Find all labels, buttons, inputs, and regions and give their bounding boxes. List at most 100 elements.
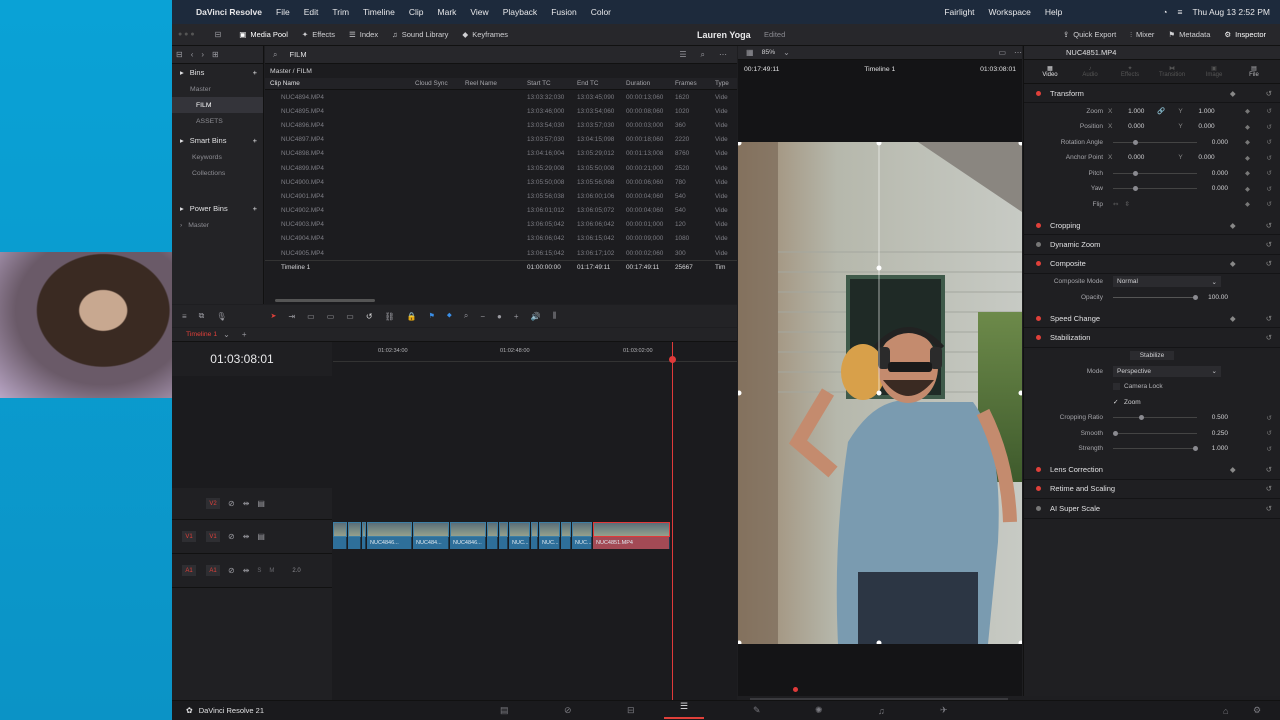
keyframe-icon[interactable]: ◆ [1230, 259, 1236, 268]
audio-meter-icon[interactable]: ⫼ [552, 311, 556, 321]
source-patch-v1[interactable]: V1 [182, 531, 196, 542]
composite-section[interactable]: Composite ◆ ↺ [1024, 255, 1280, 275]
viewer-timeline-name[interactable]: Timeline 1 [779, 66, 980, 73]
speed-change-section[interactable]: Speed Change ◆ ↺ [1024, 309, 1280, 329]
timeline-clip[interactable]: NUC484... [413, 522, 449, 550]
audio-icon[interactable]: 🔊 [531, 312, 541, 321]
home-icon[interactable]: ⌂ [1223, 706, 1228, 716]
tab-file[interactable]: ▤ File [1234, 65, 1274, 78]
reset-icon[interactable]: ↺ [1266, 504, 1272, 513]
tab-video[interactable]: ▦ Video [1030, 65, 1070, 78]
bin-film[interactable]: FILM [172, 97, 263, 113]
view-options-icon[interactable]: ☰ [679, 50, 686, 59]
link-icon[interactable]: 🔗 [1144, 107, 1178, 115]
keyframe-icon[interactable]: ◆ [1230, 465, 1236, 474]
clip-item[interactable]: NUC4903.MP4 13:06:05;042 13:06:06;042 00:00… [265, 218, 737, 232]
ai-super-scale-section[interactable]: AI Super Scale ↺ [1024, 499, 1280, 519]
bins-expand-icon[interactable]: ▸ [180, 68, 184, 77]
timeline-clip[interactable] [348, 522, 361, 550]
param-slider[interactable] [1113, 170, 1197, 176]
reset-icon[interactable]: ↺ [1266, 240, 1272, 249]
menu-workspace[interactable]: Workspace [989, 7, 1031, 17]
reset-icon[interactable]: ↺ [1267, 107, 1272, 115]
media-pool-button[interactable]: ▣ Media Pool [239, 30, 288, 39]
flag-icon[interactable]: ⚑ [429, 312, 435, 320]
reset-icon[interactable]: ↺ [1266, 333, 1272, 342]
solo-button[interactable]: S [257, 568, 261, 574]
reset-icon[interactable]: ↺ [1267, 185, 1272, 193]
keyframe-icon[interactable]: ◆ [1230, 314, 1236, 323]
track-label-a1[interactable]: A1 [206, 565, 220, 576]
bin-assets[interactable]: ASSETS [172, 113, 263, 129]
keyframe-icon[interactable]: ◆ [1245, 169, 1250, 177]
keyframe-icon[interactable]: ◆ [1245, 154, 1250, 162]
enable-indicator-icon[interactable] [1036, 315, 1041, 321]
index-button[interactable]: ☰ Index [349, 30, 378, 39]
track-lock-icon[interactable]: ⊘ [228, 566, 235, 575]
timeline-clip[interactable] [561, 522, 571, 550]
x-value[interactable]: 0.000 [1112, 123, 1144, 130]
menubar-clock[interactable]: Thu Aug 13 2:52 PM [1193, 7, 1271, 17]
clip-item[interactable]: NUC4895.MP4 13:03:46;000 13:03:54;060 00:00… [265, 104, 737, 118]
col-frames[interactable]: Frames [675, 80, 715, 87]
reset-icon[interactable]: ↺ [1267, 138, 1272, 146]
dynamic-zoom-section[interactable]: Dynamic Zoom ↺ [1024, 235, 1280, 255]
menu-fusion[interactable]: Fusion [551, 7, 577, 17]
link-icon[interactable]: ⧉ [199, 311, 205, 321]
add-smart-bin-icon[interactable]: + [253, 136, 257, 145]
inspector-button[interactable]: ⚙ Inspector [1224, 30, 1266, 39]
transform-section[interactable]: Transform ◆ ↺ [1024, 84, 1280, 104]
menu-fairlight[interactable]: Fairlight [944, 7, 974, 17]
sync-page-icon[interactable]: ⊟ [627, 705, 635, 716]
viewer-options-icon[interactable]: ⋯ [1014, 48, 1022, 57]
media-pool-scrollbar[interactable] [275, 299, 375, 302]
clip-item[interactable]: NUC4894.MP4 13:03:32;030 13:03:45;090 00:00… [265, 90, 737, 104]
clip-item[interactable]: NUC4901.MP4 13:05:56;038 13:06:00;106 00:00… [265, 189, 737, 203]
timeline-clip[interactable] [499, 522, 508, 550]
menu-playback[interactable]: Playback [503, 7, 538, 17]
source-patch-a1[interactable]: A1 [182, 565, 196, 576]
insert-clip-icon[interactable]: ▭ [307, 312, 315, 321]
keyframe-icon[interactable]: ◆ [1245, 123, 1250, 131]
overwrite-clip-icon[interactable]: ▭ [327, 312, 335, 321]
param-value[interactable]: 1.000 [1203, 445, 1228, 452]
power-bin-master[interactable]: › Master [172, 217, 263, 233]
smart-bin-keywords[interactable]: Keywords [172, 149, 263, 165]
enable-indicator-icon[interactable] [1036, 467, 1041, 473]
playhead-handle[interactable] [669, 356, 676, 363]
snapping-icon[interactable]: ↺ [366, 312, 373, 321]
viewer-scrubber-head[interactable] [793, 687, 798, 692]
reset-icon[interactable]: ↺ [1266, 221, 1272, 230]
marker-icon[interactable]: ⬥ [447, 312, 452, 320]
quick-export-button[interactable]: ⇪ Quick Export [1063, 30, 1116, 39]
menu-color[interactable]: Color [591, 7, 611, 17]
viewer-mode-icon[interactable]: ▭ [998, 48, 1006, 57]
retime-section[interactable]: Retime and Scaling ↺ [1024, 480, 1280, 500]
viewer-layout-icon[interactable]: ▦ [746, 48, 754, 57]
track-label-v2[interactable]: V2 [206, 498, 220, 509]
keyframe-icon[interactable]: ◆ [1245, 185, 1250, 193]
menu-file[interactable]: File [276, 7, 290, 17]
smart-bin-collections[interactable]: Collections [172, 165, 263, 181]
viewer-frame[interactable] [738, 142, 1022, 644]
app-menu[interactable]: DaVinci Resolve [196, 7, 262, 17]
enable-indicator-icon[interactable] [1036, 261, 1041, 267]
menu-edit[interactable]: Edit [304, 7, 319, 17]
flip-vertical-icon[interactable]: ⇳ [1124, 200, 1129, 208]
zoom-in-icon[interactable]: + [514, 312, 519, 321]
timeline-clip[interactable] [333, 522, 347, 550]
lock-icon[interactable]: 🔒 [407, 312, 417, 321]
search-bin-icon[interactable]: ⌕ [273, 50, 277, 60]
enable-indicator-icon[interactable] [1036, 486, 1041, 492]
clip-item[interactable]: NUC4897.MP4 13:03:57;030 13:04:15;098 00:00… [265, 133, 737, 147]
menu-clip[interactable]: Clip [409, 7, 424, 17]
keyframe-icon[interactable]: ◆ [1245, 107, 1250, 115]
zoom-checkbox[interactable]: ✓ [1113, 398, 1120, 406]
power-bins-expand-icon[interactable]: ▸ [180, 204, 184, 213]
power-bins-header[interactable]: ▸ Power Bins + [172, 199, 263, 217]
stabilize-button[interactable]: Stabilize [1129, 351, 1175, 361]
timeline-tab[interactable]: Timeline 1 [172, 331, 223, 338]
track-lock-icon[interactable]: ⊘ [228, 532, 235, 541]
reset-icon[interactable]: ↺ [1266, 465, 1272, 474]
add-power-bin-icon[interactable]: + [253, 204, 257, 213]
